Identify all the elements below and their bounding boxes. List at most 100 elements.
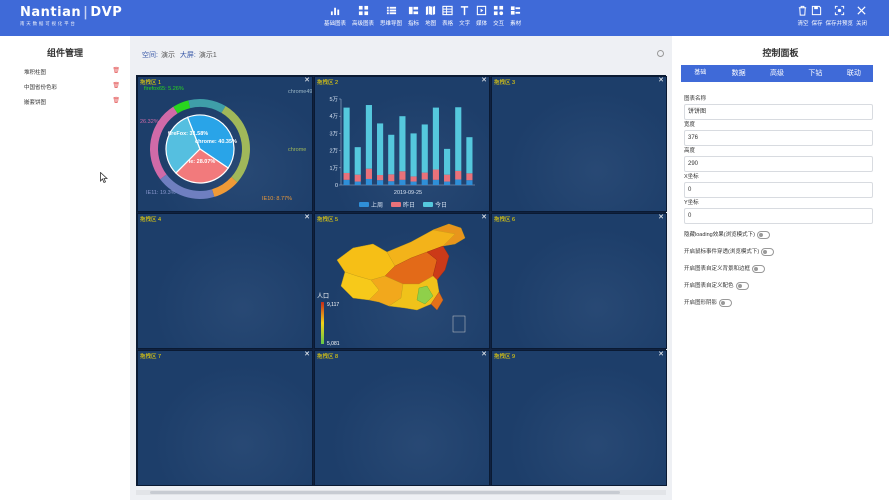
delete-icon[interactable]: 🗑 (112, 97, 120, 104)
delete-icon[interactable]: 🗑 (112, 67, 120, 74)
screen-value: 演示1 (198, 52, 217, 59)
tab-drilldown[interactable]: 下钻 (796, 65, 834, 82)
legend-label[interactable]: 今日 (435, 201, 447, 209)
drop-zone-5[interactable]: 人口 9,117 5,081 拖拽区 5 ✕ (314, 213, 490, 349)
bar-segment[interactable] (388, 174, 395, 182)
bar-segment[interactable] (399, 179, 406, 185)
toolbar-text-button[interactable]: 文字 (459, 5, 470, 27)
bar-segment[interactable] (343, 179, 350, 185)
component-list-item[interactable]: 嵌套饼图 🗑 (24, 98, 120, 106)
chart-name-input[interactable]: 饼饼图 (684, 104, 873, 120)
tab-data[interactable]: 数据 (719, 65, 757, 82)
bar-segment[interactable] (466, 180, 473, 185)
toolbar-map-button[interactable]: 地图 (425, 5, 436, 27)
toolbar-advanced-charts-button[interactable]: 高级图表 (352, 5, 374, 27)
close-icon[interactable]: ✕ (658, 351, 664, 359)
drop-zone-3[interactable]: 拖拽区 3 ✕ (491, 76, 667, 212)
bar-segment[interactable] (432, 179, 439, 185)
toolbar-basic-charts-button[interactable]: 基础图表 (324, 5, 346, 27)
close-icon[interactable]: ✕ (304, 77, 310, 85)
close-icon[interactable]: ✕ (304, 351, 310, 359)
bar-segment[interactable] (377, 123, 384, 176)
legend-label[interactable]: 上周 (371, 201, 383, 209)
clear-button[interactable]: 清空 (797, 5, 808, 27)
pie-slice-outer[interactable] (188, 99, 226, 113)
bar-segment[interactable] (421, 172, 428, 180)
bar-segment[interactable] (399, 116, 406, 172)
toolbar-interaction-button[interactable]: 交互 (493, 5, 504, 27)
bar-segment[interactable] (444, 148, 451, 175)
drop-zone-9[interactable]: 拖拽区 9 ✕ (491, 350, 667, 486)
top-bar: Nantian | DVP 南天数据可视化平台 基础图表 高级图表 思维导图 指标 … (0, 0, 889, 36)
drop-zone-7[interactable]: 拖拽区 7 ✕ (137, 350, 313, 486)
bar-segment[interactable] (444, 174, 451, 182)
height-input[interactable]: 290 (684, 156, 873, 172)
close-button[interactable]: 关闭 (856, 5, 867, 27)
horizontal-scrollbar[interactable] (136, 490, 666, 495)
bar-segment[interactable] (377, 180, 384, 185)
legend-label[interactable]: 昨日 (403, 201, 415, 209)
bar-segment[interactable] (444, 181, 451, 185)
bar-segment[interactable] (455, 170, 462, 180)
close-icon[interactable]: ✕ (481, 214, 487, 222)
scrollbar-thumb[interactable] (150, 491, 620, 494)
delete-icon[interactable]: 🗑 (112, 82, 120, 89)
bar-segment[interactable] (466, 137, 473, 174)
bar-segment[interactable] (354, 147, 361, 175)
x-coordinate-input[interactable]: 0 (684, 182, 873, 198)
toolbar-table-button[interactable]: 表格 (442, 5, 453, 27)
toggle-switch[interactable] (735, 281, 749, 290)
toggle-switch[interactable] (756, 230, 770, 239)
pie-slice-outer[interactable] (212, 176, 238, 197)
bar-segment[interactable] (455, 179, 462, 185)
drop-zone-1[interactable]: fireFox: 31.58% chrome: 40.35% ie: 28.07% f… (137, 76, 313, 212)
bar-segment[interactable] (466, 173, 473, 181)
drop-zone-8[interactable]: 拖拽区 8 ✕ (314, 350, 490, 486)
save-preview-button[interactable]: 保存并预览 (825, 5, 853, 27)
close-icon[interactable]: ✕ (658, 214, 664, 222)
bar-segment[interactable] (377, 175, 384, 181)
toolbar-media-button[interactable]: 媒体 (476, 5, 487, 27)
width-input[interactable]: 376 (684, 130, 873, 146)
y-coordinate-input[interactable]: 0 (684, 208, 873, 224)
bar-segment[interactable] (388, 134, 395, 175)
bar-segment[interactable] (365, 178, 372, 185)
toggle-switch[interactable] (719, 298, 733, 307)
toolbar-material-button[interactable]: 素材 (510, 5, 521, 27)
toolbar-indicator-button[interactable]: 指标 (408, 5, 419, 27)
component-list-item[interactable]: 堆积柱图 🗑 (24, 68, 120, 76)
close-icon[interactable]: ✕ (481, 351, 487, 359)
bar-segment[interactable] (365, 168, 372, 179)
bar-segment[interactable] (455, 107, 462, 171)
tab-advanced[interactable]: 高级 (758, 65, 796, 82)
component-list-item[interactable]: 中国省份色彩 🗑 (24, 83, 120, 91)
bar-segment[interactable] (343, 172, 350, 180)
drop-zone-4[interactable]: 拖拽区 4 ✕ (137, 213, 313, 349)
bar-segment[interactable] (354, 181, 361, 185)
gear-icon[interactable] (657, 50, 664, 57)
close-icon[interactable]: ✕ (481, 77, 487, 85)
bar-segment[interactable] (343, 107, 350, 173)
bar-segment[interactable] (354, 174, 361, 182)
bar-segment[interactable] (410, 181, 417, 185)
bar-segment[interactable] (421, 179, 428, 185)
bar-segment[interactable] (421, 124, 428, 173)
bar-segment[interactable] (432, 169, 439, 180)
tab-basic[interactable]: 基础 (681, 65, 719, 82)
bar-segment[interactable] (388, 181, 395, 185)
toggle-switch[interactable] (752, 264, 766, 273)
bar-segment[interactable] (432, 107, 439, 170)
toggle-switch[interactable] (761, 247, 775, 256)
tab-linkage[interactable]: 联动 (835, 65, 873, 82)
drop-zone-2[interactable]: 0 1万 2万 3万 4万 5万 2019-09-25 上周 昨日 今日 拖拽区 2 ✕ (314, 76, 490, 212)
toolbar-mindmap-button[interactable]: 思维导图 (380, 5, 402, 27)
bar-segment[interactable] (365, 105, 372, 169)
bar-segment[interactable] (410, 176, 417, 182)
interaction-icon (494, 5, 504, 16)
bar-segment[interactable] (399, 171, 406, 180)
save-button[interactable]: 保存 (811, 5, 822, 27)
bar-segment[interactable] (410, 133, 417, 177)
close-icon[interactable]: ✕ (658, 77, 664, 85)
close-icon[interactable]: ✕ (304, 214, 310, 222)
drop-zone-6[interactable]: 拖拽区 6 ✕ (491, 213, 667, 349)
